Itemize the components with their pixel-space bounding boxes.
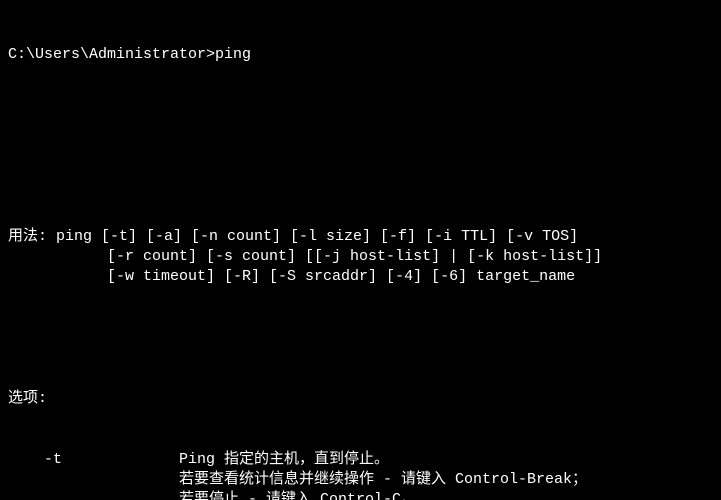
options-header: 选项: bbox=[8, 389, 713, 409]
options-block: -t Ping 指定的主机，直到停止。 若要查看统计信息并继续操作 - 请键入 … bbox=[8, 450, 713, 500]
command-typed: ping bbox=[215, 46, 251, 63]
option-row: -t Ping 指定的主机，直到停止。 bbox=[8, 450, 713, 470]
option-row: 若要查看统计信息并继续操作 - 请键入 Control-Break； bbox=[8, 470, 713, 490]
terminal-output: C:\Users\Administrator>ping 用法: ping [-t… bbox=[0, 0, 721, 500]
blank-line bbox=[8, 105, 713, 125]
blank-line bbox=[8, 166, 713, 186]
usage-block: 用法: ping [-t] [-a] [-n count] [-l size] … bbox=[8, 227, 713, 288]
blank-line bbox=[8, 328, 713, 348]
prompt: C:\Users\Administrator> bbox=[8, 46, 215, 63]
prompt-line: C:\Users\Administrator>ping bbox=[8, 45, 713, 65]
option-row: 若要停止 - 请键入 Control-C。 bbox=[8, 490, 713, 500]
